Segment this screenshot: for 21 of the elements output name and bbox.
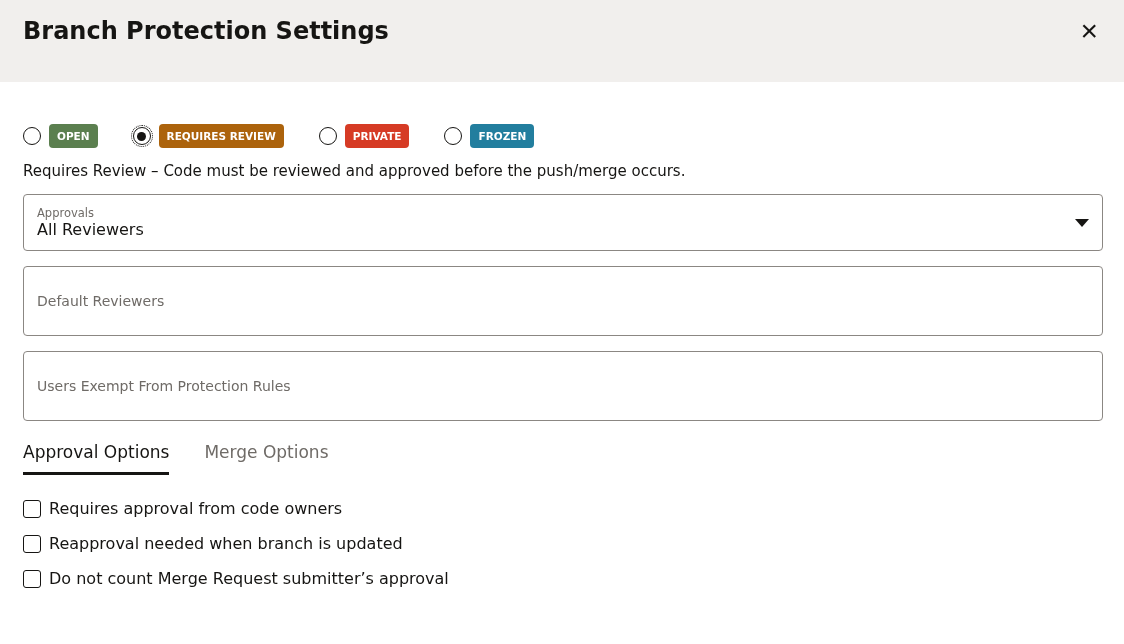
dialog-title: Branch Protection Settings	[23, 17, 389, 45]
close-button[interactable]: ×	[1076, 16, 1102, 46]
status-badge: PRIVATE	[344, 124, 410, 148]
approvals-select[interactable]: Approvals All Reviewers	[23, 194, 1103, 251]
tab[interactable]: Merge Options	[204, 436, 329, 475]
input-field[interactable]: Users Exempt From Protection Rules	[23, 351, 1103, 421]
input-field[interactable]: Default Reviewers	[23, 266, 1103, 336]
tab[interactable]: Approval Options	[23, 436, 170, 475]
select-value: All Reviewers	[37, 220, 144, 239]
caret-icon	[1075, 218, 1089, 227]
status-badge: OPEN	[49, 124, 98, 148]
checkbox-label: Requires approval from code owners	[49, 499, 343, 518]
checkbox[interactable]	[23, 499, 41, 518]
description-text: Requires Review – Code must be reviewed and approved before the push/merge occurs.	[23, 162, 687, 180]
checkbox[interactable]	[23, 534, 41, 553]
checkbox[interactable]	[23, 569, 41, 588]
status-badge: FROZEN	[470, 124, 535, 148]
checkbox-label: Do not count Merge Request submitter’s approval	[49, 569, 449, 588]
checkbox-label: Reapproval needed when branch is updated	[49, 534, 403, 553]
select-label: Approvals	[37, 206, 96, 220]
status-badge: REQUIRES REVIEW	[158, 124, 284, 148]
